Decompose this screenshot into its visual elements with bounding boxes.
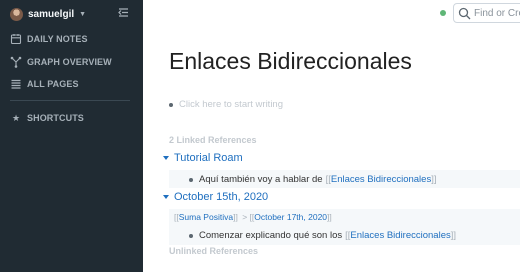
reference-item[interactable]: Aquí también voy a hablar de [[Enlaces B…	[189, 174, 437, 185]
breadcrumb-link[interactable]: Suma Positiva	[179, 212, 233, 222]
search-input[interactable]: Find or Create Page	[453, 3, 520, 23]
list-icon	[11, 79, 21, 89]
page-link[interactable]: Enlaces Bidireccionales	[350, 230, 450, 241]
nav-label: ALL PAGES	[27, 79, 79, 89]
reference-block: Aquí también voy a hablar de [[Enlaces B…	[169, 170, 520, 188]
user-menu[interactable]: samuelgil ▼	[10, 5, 86, 23]
reference-text: Aquí también voy a hablar de	[199, 174, 323, 185]
reference-block: [[Suma Positiva]] > [[October 17th, 2020…	[169, 209, 520, 245]
collapse-sidebar-icon[interactable]	[117, 6, 130, 19]
left-sidebar: samuelgil ▼ DAILY NOTES GRAPH OVERVIEW A…	[0, 0, 143, 272]
search-icon	[458, 7, 471, 19]
unlinked-references-header[interactable]: Unlinked References	[169, 246, 258, 256]
block-bullet	[169, 102, 173, 107]
caret-down-icon[interactable]	[163, 156, 169, 160]
breadcrumb: [[Suma Positiva]] > [[October 17th, 2020…	[174, 212, 332, 222]
sync-status-indicator	[440, 10, 446, 16]
breadcrumb-link[interactable]: October 17th, 2020	[254, 212, 327, 222]
page-title[interactable]: Enlaces Bidireccionales	[169, 48, 412, 75]
top-bar: Find or Create Page	[143, 0, 520, 28]
reference-page-link[interactable]: October 15th, 2020	[174, 191, 268, 203]
nav-label: DAILY NOTES	[27, 34, 88, 44]
nav-label: GRAPH OVERVIEW	[27, 57, 112, 67]
search-placeholder: Find or Create Page	[474, 7, 520, 19]
reference-page-header[interactable]: October 15th, 2020	[163, 191, 268, 203]
reference-page-link[interactable]: Tutorial Roam	[174, 152, 243, 164]
sidebar-divider	[10, 100, 130, 101]
reference-page-header[interactable]: Tutorial Roam	[163, 152, 243, 164]
nav-all-pages[interactable]: ALL PAGES	[10, 77, 79, 91]
bracket-close: ]]	[450, 230, 457, 241]
block-bullet	[189, 177, 193, 182]
shortcuts-label: SHORTCUTS	[27, 113, 84, 123]
star-icon: ★	[11, 112, 21, 123]
calendar-icon	[10, 34, 22, 45]
page-link[interactable]: Enlaces Bidireccionales	[331, 174, 431, 185]
user-name: samuelgil	[28, 8, 75, 20]
caret-down-icon[interactable]	[163, 195, 169, 199]
linked-references-header: 2 Linked References	[169, 135, 257, 145]
nav-graph-overview[interactable]: GRAPH OVERVIEW	[10, 55, 112, 69]
chevron-down-icon: ▼	[79, 10, 87, 18]
shortcuts-header: ★ SHORTCUTS	[10, 111, 84, 125]
block-placeholder: Click here to start writing	[179, 99, 284, 110]
block-bullet	[189, 233, 193, 238]
empty-block[interactable]: Click here to start writing	[169, 99, 283, 110]
bracket-close: ]]	[431, 174, 437, 185]
reference-text: Comenzar explicando qué son los	[199, 230, 343, 241]
graph-icon	[10, 56, 22, 68]
main-content: Enlaces Bidireccionales Click here to st…	[143, 28, 520, 272]
reference-item[interactable]: Comenzar explicando qué son los [[Enlace…	[189, 230, 456, 241]
avatar	[10, 7, 23, 21]
nav-daily-notes[interactable]: DAILY NOTES	[10, 32, 88, 46]
